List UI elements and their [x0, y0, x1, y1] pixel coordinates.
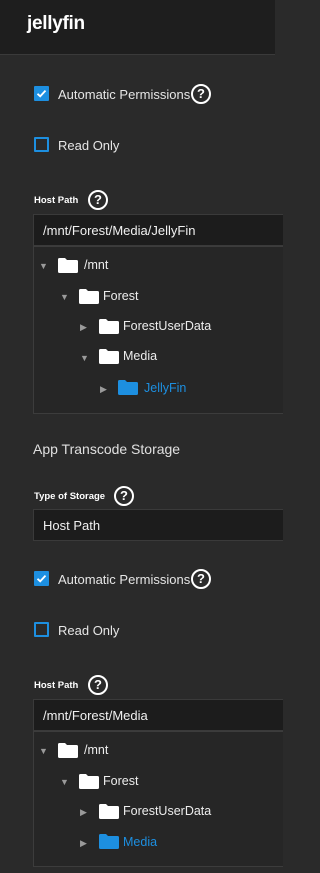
type-of-storage-value: Host Path	[43, 518, 101, 533]
tree-node-label[interactable]: ForestUserData	[123, 804, 211, 818]
folder-tree: ▼ /mnt ▼ Forest ▶ ForestUserData ▶ Media	[33, 731, 283, 867]
collapse-toggle-icon[interactable]: ▶	[100, 384, 107, 395]
folder-icon	[118, 380, 138, 395]
tree-node-label[interactable]: /mnt	[84, 258, 108, 272]
expand-toggle-icon[interactable]: ▼	[39, 746, 48, 756]
read-only-label: Read Only	[58, 138, 120, 153]
collapse-toggle-icon[interactable]: ▶	[80, 322, 87, 333]
collapse-toggle-icon[interactable]: ▶	[80, 807, 87, 818]
tree-node-label-selected[interactable]: Media	[123, 835, 157, 849]
host-path-label: Host Path	[34, 195, 79, 206]
folder-icon	[99, 319, 119, 334]
folder-icon	[58, 743, 78, 758]
tree-node-label[interactable]: /mnt	[84, 743, 108, 757]
expand-toggle-icon[interactable]: ▼	[80, 353, 89, 363]
type-of-storage-label: Type of Storage	[34, 491, 106, 502]
auto-permissions-label: Automatic Permissions	[58, 87, 191, 102]
host-path-input[interactable]: /mnt/Forest/Media	[33, 699, 283, 731]
folder-icon	[99, 349, 119, 364]
host-path-input[interactable]: /mnt/Forest/Media/JellyFin	[33, 214, 283, 246]
read-only-checkbox[interactable]	[34, 622, 49, 637]
tree-node-label[interactable]: Forest	[103, 289, 138, 303]
page-title: jellyfin	[27, 13, 85, 34]
host-path-value: /mnt/Forest/Media/JellyFin	[43, 223, 196, 238]
page-header: jellyfin	[0, 0, 275, 55]
read-only-checkbox[interactable]	[34, 137, 49, 152]
auto-permissions-checkbox[interactable]	[34, 571, 49, 586]
help-icon[interactable]: ?	[88, 675, 108, 695]
auto-permissions-label: Automatic Permissions	[58, 572, 191, 587]
folder-icon	[99, 834, 119, 849]
folder-icon	[79, 774, 99, 789]
section-title: App Transcode Storage	[33, 441, 181, 457]
help-icon[interactable]: ?	[88, 190, 108, 210]
folder-icon	[99, 804, 119, 819]
expand-toggle-icon[interactable]: ▼	[60, 777, 69, 787]
tree-node-label[interactable]: Media	[123, 349, 157, 363]
folder-tree: ▼ /mnt ▼ Forest ▶ ForestUserData ▼ Media…	[33, 246, 283, 414]
auto-permissions-checkbox[interactable]	[34, 86, 49, 101]
help-icon[interactable]: ?	[191, 569, 211, 589]
help-icon[interactable]: ?	[114, 486, 134, 506]
tree-node-label-selected[interactable]: JellyFin	[144, 381, 186, 395]
folder-icon	[58, 258, 78, 273]
type-of-storage-select[interactable]: Host Path	[33, 509, 283, 541]
expand-toggle-icon[interactable]: ▼	[39, 261, 48, 271]
host-path-label: Host Path	[34, 680, 79, 691]
expand-toggle-icon[interactable]: ▼	[60, 292, 69, 302]
tree-node-label[interactable]: Forest	[103, 774, 138, 788]
tree-node-label[interactable]: ForestUserData	[123, 319, 211, 333]
folder-icon	[79, 289, 99, 304]
collapse-toggle-icon[interactable]: ▶	[80, 838, 87, 849]
read-only-label: Read Only	[58, 623, 120, 638]
help-icon[interactable]: ?	[191, 84, 211, 104]
host-path-value: /mnt/Forest/Media	[43, 708, 148, 723]
